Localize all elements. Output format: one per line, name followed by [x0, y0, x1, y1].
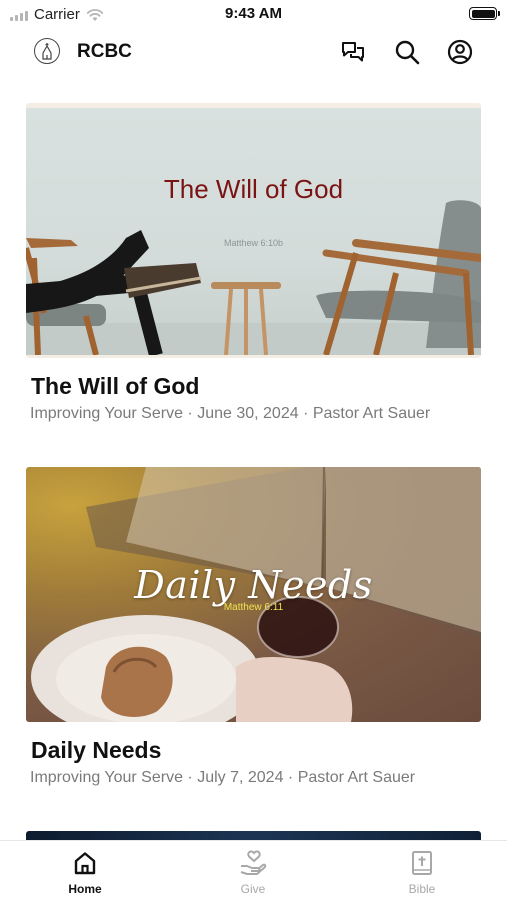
bible-icon: [408, 849, 436, 877]
thumbnail-title: The Will of God: [163, 174, 344, 204]
battery-icon: [469, 7, 500, 20]
tab-label: Bible: [408, 882, 436, 896]
sermon-meta: Improving Your Serve · July 7, 2024 · Pa…: [30, 769, 416, 786]
app-bar: RCBC: [0, 30, 507, 76]
home-icon: [71, 849, 99, 877]
tab-label: Give: [240, 882, 266, 896]
sermon-feed: The Will of God Matthew 6:10b The Will o…: [0, 76, 507, 840]
sermon-card-peek[interactable]: [26, 831, 481, 840]
thumbnail-verse: Matthew 6:10b: [223, 238, 284, 248]
sermon-thumbnail[interactable]: Daily Needs Matthew 6:11: [26, 467, 481, 722]
bottom-tab-bar: Home Give Bible: [0, 840, 507, 900]
sermon-thumbnail[interactable]: The Will of God Matthew 6:10b: [26, 103, 481, 358]
thumbnail-verse: Matthew 6:11: [223, 602, 284, 613]
chairs-illustration: [26, 200, 481, 355]
give-icon: [239, 849, 267, 877]
app-title: RCBC: [77, 41, 132, 62]
tab-give[interactable]: Give: [193, 849, 313, 896]
status-time: 9:43 AM: [225, 5, 282, 22]
sermon-meta: Improving Your Serve · June 30, 2024 · P…: [30, 405, 431, 422]
thumbnail-title: Daily Needs: [134, 563, 373, 607]
sermon-card[interactable]: Daily Needs Matthew 6:11 Daily Needs Imp…: [26, 467, 481, 787]
church-logo-icon[interactable]: [34, 38, 60, 64]
sermon-title[interactable]: Daily Needs: [26, 737, 481, 764]
account-icon[interactable]: [446, 38, 474, 66]
search-icon[interactable]: [393, 38, 421, 66]
tab-bible[interactable]: Bible: [362, 849, 482, 896]
chat-icon[interactable]: [339, 38, 367, 66]
sermon-title[interactable]: The Will of God: [26, 373, 481, 400]
tab-label: Home: [68, 882, 102, 896]
sermon-card[interactable]: The Will of God Matthew 6:10b The Will o…: [26, 103, 481, 423]
tab-home[interactable]: Home: [25, 849, 145, 896]
status-bar: Carrier 9:43 AM: [0, 0, 507, 28]
